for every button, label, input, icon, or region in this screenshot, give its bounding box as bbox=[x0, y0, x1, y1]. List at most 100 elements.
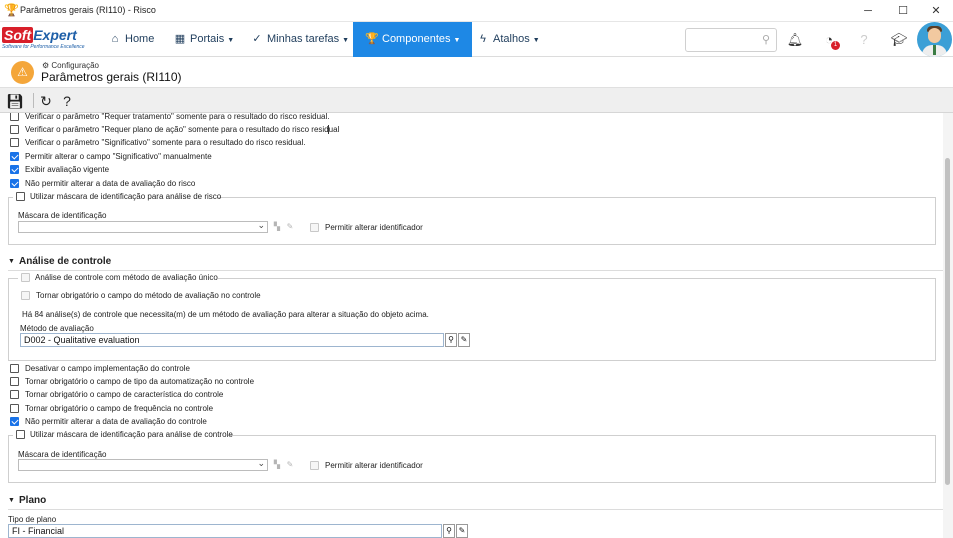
settings-content: Verificar o parâmetro "Requer tratamento… bbox=[0, 113, 953, 538]
checkbox[interactable] bbox=[16, 430, 25, 439]
close-button[interactable]: ✕ bbox=[919, 0, 953, 22]
risk-option-0[interactable]: Verificar o parâmetro "Requer tratamento… bbox=[10, 113, 610, 123]
refresh-icon[interactable]: ↻ bbox=[37, 92, 55, 110]
action-toolbar: 💾︎ ↻ ? bbox=[0, 88, 953, 113]
notification-badge: 1 bbox=[831, 41, 840, 50]
clear-icon[interactable]: ✎ bbox=[458, 333, 470, 347]
window-title: Parâmetros gerais (RI110) - Risco bbox=[20, 5, 156, 15]
page-title: Parâmetros gerais (RI110) bbox=[41, 70, 182, 84]
bolt-icon: ϟ bbox=[480, 33, 486, 45]
control-mask-legend[interactable]: Utilizar máscara de identificação para a… bbox=[13, 429, 233, 441]
risk-mask-select[interactable]: ⌄ bbox=[18, 220, 268, 233]
risk-option-3[interactable]: Permitir alterar o campo "Significativo"… bbox=[10, 151, 610, 163]
collapse-triangle-icon: ▼ bbox=[8, 258, 15, 265]
risk-mask-legend[interactable]: Utilizar máscara de identificação para a… bbox=[13, 191, 221, 203]
chevron-down-icon: ⌄ bbox=[257, 220, 265, 230]
control-single-method[interactable]: Análise de controle com método de avalia… bbox=[18, 272, 218, 284]
nav-componentes[interactable]: 🏆 Componentes ▼ bbox=[353, 22, 473, 57]
section-divider bbox=[8, 509, 943, 510]
risk-option-2[interactable]: Verificar o parâmetro "Significativo" so… bbox=[10, 137, 610, 149]
nav-minhas-tarefas[interactable]: ✓ Minhas tarefas ▼ bbox=[250, 22, 349, 57]
help-circle-icon[interactable]: ? bbox=[58, 92, 76, 110]
binoculars-icon[interactable]: ▚ bbox=[272, 459, 282, 471]
section-divider bbox=[8, 270, 943, 271]
portal-icon: ▦ bbox=[174, 33, 186, 45]
breadcrumb: ⚙ Configuração bbox=[42, 61, 99, 70]
warning-icon: ⚠ bbox=[11, 61, 34, 84]
tasks-icon: ✓ bbox=[252, 33, 262, 45]
section-plan[interactable]: ▼ Plano bbox=[8, 495, 208, 509]
control-info-text: Há 84 análise(s) de controle que necessi… bbox=[22, 310, 429, 319]
risk-option-5[interactable]: Não permitir alterar a data de avaliação… bbox=[10, 178, 610, 190]
nav-home[interactable]: ⌂ Home bbox=[108, 22, 155, 57]
caret-down-icon: ▼ bbox=[532, 37, 540, 44]
nav-portais[interactable]: ▦ Portais ▼ bbox=[173, 22, 234, 57]
text-cursor bbox=[328, 125, 329, 134]
plan-type-label: Tipo de plano bbox=[8, 515, 57, 524]
page-header: ⚠ ⚙ Configuração Parâmetros gerais (RI11… bbox=[0, 57, 953, 88]
top-navbar: Soft Expert Software for Performance Exce… bbox=[0, 22, 953, 57]
collapse-triangle-icon: ▼ bbox=[8, 497, 15, 504]
nav-atalhos[interactable]: ϟ Atalhos ▼ bbox=[476, 22, 540, 57]
trophy-icon: 🏆 bbox=[365, 33, 379, 45]
bell-icon[interactable]: 🔔︎ bbox=[786, 31, 804, 49]
section-control-analysis[interactable]: ▼ Análise de controle bbox=[8, 256, 308, 270]
clear-icon[interactable]: ✎ bbox=[285, 459, 295, 471]
control-option-3[interactable]: Tornar obrigatório o campo de frequência… bbox=[10, 403, 410, 415]
search-icon[interactable]: ⚲ bbox=[445, 333, 457, 347]
control-mandatory-method[interactable]: Tornar obrigatório o campo do método de … bbox=[21, 290, 321, 302]
window-titlebar: 🏆 Parâmetros gerais (RI110) - Risco ─ ☐ … bbox=[0, 0, 953, 22]
logo-tagline: Software for Performance Excellence bbox=[2, 44, 85, 50]
search-icon: ⚲ bbox=[761, 34, 770, 46]
checkbox-checked[interactable] bbox=[10, 417, 19, 426]
maximize-button[interactable]: ☐ bbox=[886, 0, 920, 22]
caret-down-icon: ▼ bbox=[227, 37, 235, 44]
binoculars-icon[interactable]: ▚ bbox=[272, 221, 282, 233]
checkbox-disabled[interactable] bbox=[21, 291, 30, 300]
home-icon: ⌂ bbox=[111, 33, 119, 45]
search-input[interactable]: ⚲ bbox=[685, 28, 777, 52]
checkbox-disabled[interactable] bbox=[310, 223, 319, 232]
scrollbar-thumb[interactable] bbox=[945, 158, 950, 485]
checkbox[interactable] bbox=[10, 390, 19, 399]
control-option-4[interactable]: Não permitir alterar a data de avaliação… bbox=[10, 416, 410, 428]
gear-icon: ⚙ bbox=[42, 61, 52, 70]
control-mask-label: Máscara de identificação bbox=[18, 450, 107, 459]
checkbox-checked[interactable] bbox=[10, 179, 19, 188]
control-option-2[interactable]: Tornar obrigatório o campo de caracterís… bbox=[10, 389, 410, 401]
checkbox[interactable] bbox=[10, 125, 19, 134]
trophy-app-icon: 🏆 bbox=[4, 3, 19, 17]
checkbox-disabled[interactable] bbox=[310, 461, 319, 470]
caret-down-icon: ▼ bbox=[342, 37, 350, 44]
control-mask-select[interactable]: ⌄ bbox=[18, 458, 268, 471]
risk-option-4[interactable]: Exibir avaliação vigente bbox=[10, 164, 610, 176]
checkbox[interactable] bbox=[10, 377, 19, 386]
clear-icon[interactable]: ✎ bbox=[285, 221, 295, 233]
checkbox-disabled[interactable] bbox=[21, 273, 30, 282]
search-icon[interactable]: ⚲ bbox=[443, 524, 455, 538]
save-icon[interactable]: 💾︎ bbox=[6, 92, 24, 110]
checkbox[interactable] bbox=[10, 404, 19, 413]
control-option-1[interactable]: Tornar obrigatório o campo de tipo da au… bbox=[10, 376, 410, 388]
method-input[interactable]: D002 - Qualitative evaluation bbox=[20, 333, 444, 347]
checkbox-checked[interactable] bbox=[10, 165, 19, 174]
clear-icon[interactable]: ✎ bbox=[456, 524, 468, 538]
user-avatar[interactable] bbox=[917, 22, 952, 57]
softexpert-logo[interactable]: Soft Expert Software for Performance Exce… bbox=[2, 26, 92, 53]
plan-type-input[interactable]: FI - Financial bbox=[8, 524, 442, 538]
risk-allow-identifier[interactable]: Permitir alterar identificador bbox=[310, 222, 440, 234]
help-icon[interactable]: ? bbox=[855, 31, 873, 49]
control-allow-identifier[interactable]: Permitir alterar identificador bbox=[310, 460, 440, 472]
risk-option-1[interactable]: Verificar o parâmetro "Requer plano de a… bbox=[10, 124, 610, 136]
method-label: Método de avaliação bbox=[20, 324, 94, 333]
graduation-cap-icon[interactable]: 🎓︎ bbox=[890, 31, 908, 49]
checkbox[interactable] bbox=[10, 113, 19, 121]
control-option-0[interactable]: Desativar o campo implementação do contr… bbox=[10, 363, 410, 375]
checkbox[interactable] bbox=[16, 192, 25, 201]
caret-down-icon: ▼ bbox=[453, 37, 461, 44]
checkbox[interactable] bbox=[10, 364, 19, 373]
chevron-down-icon: ⌄ bbox=[257, 458, 265, 468]
minimize-button[interactable]: ─ bbox=[851, 0, 885, 22]
checkbox-checked[interactable] bbox=[10, 152, 19, 161]
checkbox[interactable] bbox=[10, 138, 19, 147]
